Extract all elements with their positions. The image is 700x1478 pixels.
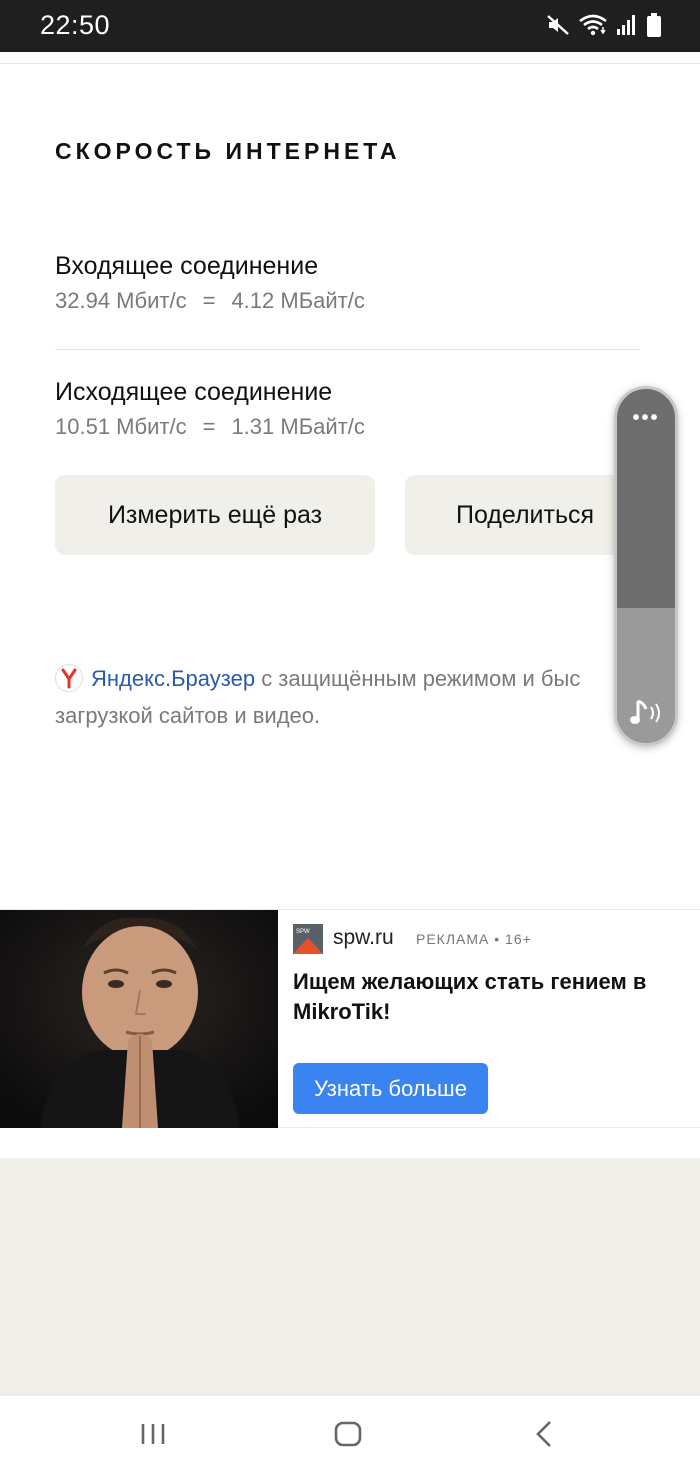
ad-image[interactable]	[0, 910, 278, 1128]
ad-label: РЕКЛАМА • 16+	[416, 931, 532, 947]
signal-icon	[617, 15, 635, 35]
more-options-icon[interactable]: •••	[617, 407, 675, 430]
empty-content-area	[0, 1158, 700, 1396]
ad-advertiser-logo: SPW	[293, 924, 323, 954]
ad-logo-text: SPW	[296, 929, 310, 935]
home-icon[interactable]	[332, 1418, 364, 1450]
promo-line-1: Яндекс.Браузер с защищённым режимом и бы…	[55, 660, 655, 697]
incoming-mbyte: 4.12 МБайт/с	[231, 288, 365, 313]
incoming-value: 32.94 Мбит/с = 4.12 МБайт/с	[55, 288, 365, 314]
navigation-bar	[0, 1396, 700, 1478]
yandex-browser-link[interactable]: Яндекс.Браузер	[91, 666, 255, 691]
status-time: 22:50	[40, 10, 111, 40]
back-icon[interactable]	[530, 1418, 560, 1450]
ad-headline[interactable]: Ищем желающих стать гением в MikroTik!	[293, 967, 673, 1027]
browser-promo: Яндекс.Браузер с защищённым режимом и бы…	[55, 660, 655, 734]
recent-apps-icon[interactable]	[138, 1418, 168, 1450]
learn-more-button[interactable]: Узнать больше	[293, 1063, 488, 1114]
top-divider	[0, 63, 700, 64]
outgoing-equals: =	[202, 414, 216, 439]
volume-panel[interactable]: •••	[614, 386, 678, 746]
status-bar: 22:50	[0, 0, 700, 52]
battery-icon	[647, 13, 661, 37]
status-icons	[546, 12, 662, 38]
measure-again-button[interactable]: Измерить ещё раз	[55, 475, 375, 555]
incoming-label: Входящее соединение	[55, 252, 319, 280]
ad-block[interactable]: SPW spw.ru РЕКЛАМА • 16+ Ищем желающих с…	[0, 909, 700, 1128]
wifi-icon	[579, 14, 607, 36]
section-title: СКОРОСТЬ ИНТЕРНЕТА	[55, 138, 401, 164]
yandex-logo-icon	[55, 664, 83, 692]
outgoing-mbit: 10.51 Мбит/с	[55, 414, 187, 439]
row-divider	[55, 349, 640, 350]
promo-line-2: загрузкой сайтов и видео.	[55, 703, 321, 728]
music-note-icon[interactable]	[630, 697, 666, 729]
share-button[interactable]: Поделиться	[405, 475, 645, 555]
outgoing-value: 10.51 Мбит/с = 1.31 МБайт/с	[55, 414, 365, 440]
promo-text-1: с защищённым режимом и быс	[255, 666, 581, 691]
outgoing-mbyte: 1.31 МБайт/с	[231, 414, 365, 439]
incoming-equals: =	[202, 288, 216, 313]
incoming-mbit: 32.94 Мбит/с	[55, 288, 187, 313]
outgoing-label: Исходящее соединение	[55, 378, 333, 406]
ad-domain[interactable]: spw.ru	[333, 926, 394, 950]
mute-icon	[547, 15, 569, 35]
